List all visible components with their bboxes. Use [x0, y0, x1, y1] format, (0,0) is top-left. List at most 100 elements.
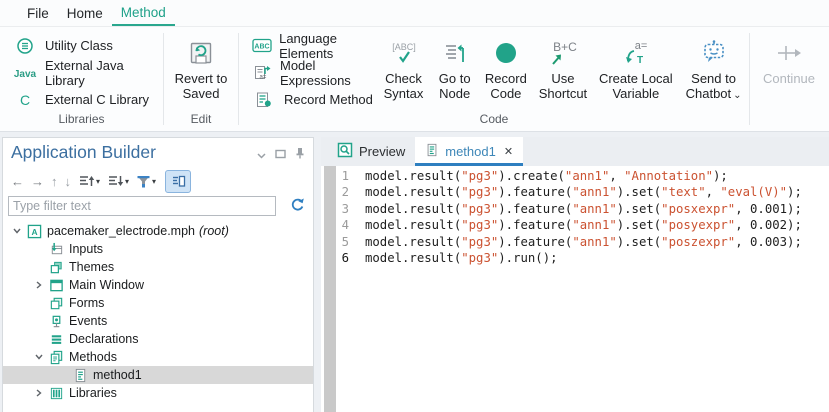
forward-button[interactable]: →	[29, 171, 46, 191]
expander-right-icon[interactable]	[31, 389, 47, 397]
tree-item-method1[interactable]: method1	[3, 366, 313, 384]
tree-item-label: Main Window	[69, 278, 144, 292]
tree-item-inputs[interactable]: Inputs	[3, 240, 313, 258]
declarations-icon	[47, 332, 66, 347]
refresh-icon[interactable]	[290, 197, 305, 217]
themes-icon	[47, 260, 66, 275]
preview-icon	[337, 142, 353, 161]
tree-item-suffix: (root)	[199, 224, 229, 238]
code-text: model.result("pg3").run();	[365, 250, 558, 266]
tree-item-main-window[interactable]: Main Window	[3, 276, 313, 294]
svg-text:ABC: ABC	[254, 44, 269, 51]
methods-icon	[47, 350, 66, 365]
code-lines: 1model.result("pg3").create("ann1", "Ann…	[321, 168, 829, 266]
expander-down-icon[interactable]	[9, 228, 25, 234]
float-window-icon[interactable]	[275, 146, 286, 164]
expander-down-icon[interactable]	[31, 354, 47, 360]
svg-text:T: T	[637, 55, 643, 66]
c-letter-icon: C	[12, 92, 38, 108]
chevron-down-icon: ▾	[152, 177, 156, 186]
tree-item-events[interactable]: Events	[3, 312, 313, 330]
external-java-library-label: External Java Library	[45, 58, 159, 88]
tree-item-libraries[interactable]: Libraries	[3, 384, 313, 402]
tree-item-label: Events	[69, 314, 107, 328]
svg-text:a=: a=	[635, 40, 648, 52]
close-icon[interactable]: ✕	[504, 145, 513, 158]
utility-class-icon	[12, 37, 38, 55]
create-local-variable-label: Create Local Variable	[596, 71, 676, 101]
tree-item-label: Inputs	[69, 242, 103, 256]
menu-home[interactable]: Home	[58, 0, 112, 26]
show-editor-tools-toggle[interactable]	[165, 170, 191, 193]
code-line-2[interactable]: 2model.result("pg3").feature("ann1").set…	[321, 184, 829, 200]
pin-icon[interactable]	[295, 146, 305, 164]
code-text: model.result("pg3").feature("ann1").set(…	[365, 234, 802, 250]
ribbon-group-libraries: Utility Class Java External Java Library…	[0, 27, 163, 131]
tab-method1[interactable]: method1 ✕	[415, 137, 523, 166]
chevron-down-icon: ▾	[125, 177, 129, 186]
tab-method1-label: method1	[445, 144, 496, 159]
utility-class-label: Utility Class	[45, 38, 113, 53]
record-method-label: Record Method	[284, 92, 373, 107]
move-up-button[interactable]: ↑	[49, 171, 60, 191]
code-line-1[interactable]: 1model.result("pg3").create("ann1", "Ann…	[321, 168, 829, 184]
move-down-button[interactable]: ↓	[63, 171, 74, 191]
code-line-6[interactable]: 6 model.result("pg3").run();	[321, 250, 829, 266]
revert-to-saved-icon	[188, 35, 214, 71]
tree-item-forms[interactable]: Forms	[3, 294, 313, 312]
panel-menu-chevron-icon[interactable]	[257, 146, 266, 164]
create-local-variable-icon: a= T	[620, 35, 652, 71]
ribbon-group-code: ABC Language Elements a= Model Expressio…	[239, 27, 749, 131]
revert-to-saved-button[interactable]: Revert to Saved	[164, 27, 238, 101]
record-code-icon	[494, 35, 518, 71]
code-editor: Preview method1 ✕ 1model.result("pg3").c…	[321, 137, 829, 412]
expand-all-button[interactable]: ▾	[76, 171, 102, 191]
collapse-all-button[interactable]: ▾	[105, 171, 131, 191]
svg-text:a=: a=	[260, 74, 267, 80]
filter-input[interactable]	[8, 196, 276, 216]
code-area[interactable]: 1model.result("pg3").create("ann1", "Ann…	[321, 166, 829, 412]
svg-text:[ABC]: [ABC]	[392, 42, 416, 52]
language-elements-icon: ABC	[251, 38, 272, 53]
model-expressions-button[interactable]: a= Model Expressions	[247, 59, 377, 86]
external-c-library-button[interactable]: C External C Library	[8, 86, 163, 113]
tree-item-themes[interactable]: Themes	[3, 258, 313, 276]
tree-item-declarations[interactable]: Declarations	[3, 330, 313, 348]
code-line-4[interactable]: 4model.result("pg3").feature("ann1").set…	[321, 217, 829, 233]
menu-method[interactable]: Method	[112, 0, 175, 26]
svg-text:C: C	[20, 92, 30, 108]
filter-button[interactable]: ▾	[134, 171, 158, 191]
continue-button[interactable]: Continue	[750, 27, 828, 86]
panel-header: Application Builder	[3, 138, 313, 166]
tab-preview-label: Preview	[359, 144, 405, 159]
record-method-button[interactable]: Record Method	[247, 86, 377, 113]
code-line-5[interactable]: 5model.result("pg3").feature("ann1").set…	[321, 234, 829, 250]
line-number: 4	[321, 217, 349, 233]
events-icon	[47, 314, 66, 329]
code-text: model.result("pg3").create("ann1", "Anno…	[365, 168, 728, 184]
inputs-icon	[47, 242, 66, 257]
back-button[interactable]: ←	[9, 171, 26, 191]
svg-text:Java: Java	[14, 69, 37, 80]
go-to-node-icon	[442, 35, 468, 71]
libraries-group-label: Libraries	[0, 112, 163, 126]
edit-group-label: Edit	[164, 112, 238, 126]
language-elements-button[interactable]: ABC Language Elements	[247, 32, 377, 59]
code-line-3[interactable]: 3model.result("pg3").feature("ann1").set…	[321, 201, 829, 217]
tree-item-methods[interactable]: Methods	[3, 348, 313, 366]
send-to-chatbot-label: Send to Chatbot⌄	[681, 71, 747, 103]
external-java-library-button[interactable]: Java External Java Library	[8, 59, 163, 86]
libraries-icon	[47, 386, 66, 401]
tab-preview[interactable]: Preview	[327, 137, 415, 166]
model-expressions-icon: a=	[251, 64, 273, 82]
model-expressions-label: Model Expressions	[280, 58, 373, 88]
menu-file[interactable]: File	[18, 0, 58, 26]
expander-right-icon[interactable]	[31, 281, 47, 289]
line-number: 6	[321, 250, 349, 266]
code-text: model.result("pg3").feature("ann1").set(…	[365, 201, 802, 217]
use-shortcut-label: Use Shortcut	[534, 71, 592, 101]
record-code-label: Record Code	[481, 71, 531, 101]
utility-class-button[interactable]: Utility Class	[8, 32, 163, 59]
use-shortcut-icon: B+C	[546, 35, 580, 71]
tree-item-pacemaker-electrode-mph[interactable]: Apacemaker_electrode.mph(root)	[3, 222, 313, 240]
